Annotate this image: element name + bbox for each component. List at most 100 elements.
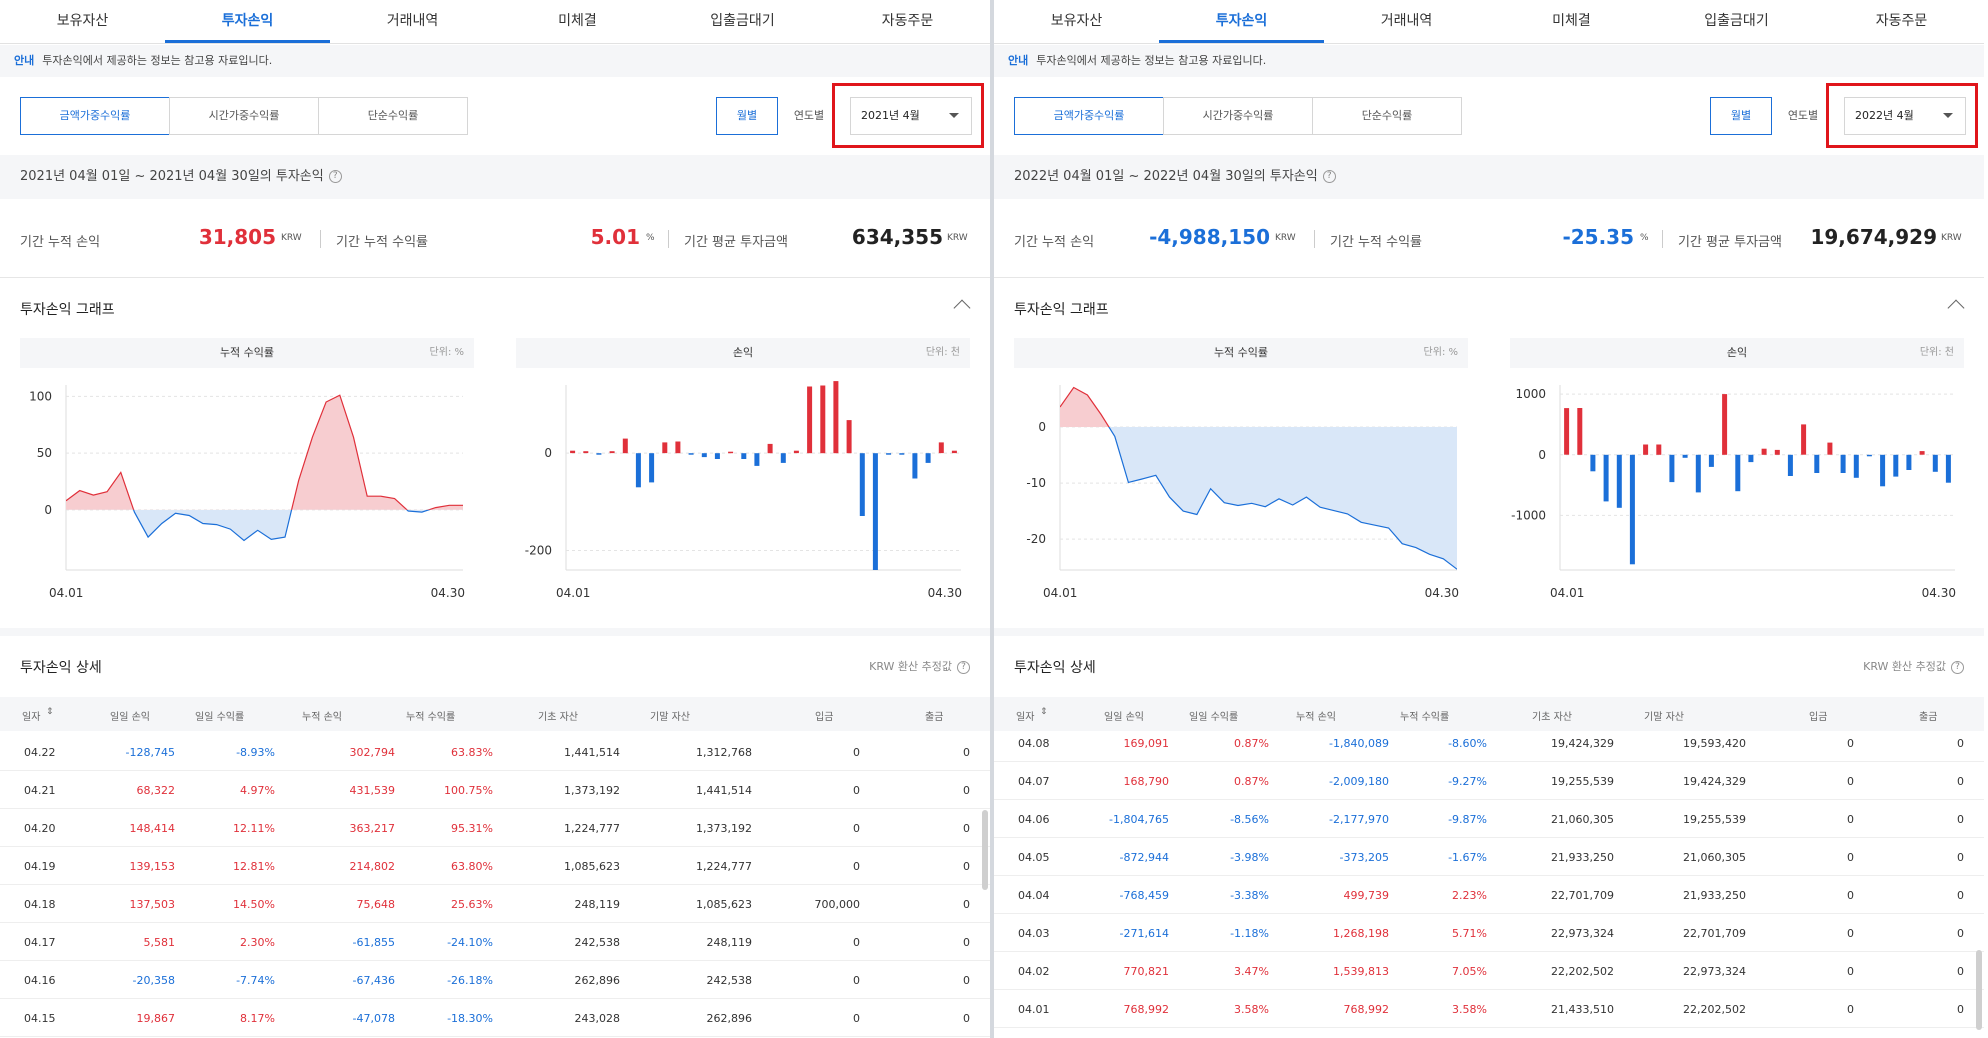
x-tick-label: 04.30 xyxy=(1922,586,1956,600)
column-header[interactable]: 일자 xyxy=(22,708,40,723)
sort-icon[interactable]: ⇕ xyxy=(1040,707,1048,717)
table-cell: -872,944 xyxy=(1119,851,1169,864)
table-cell: 0 xyxy=(1847,775,1854,788)
negative-area xyxy=(1108,427,1457,570)
column-header: 누적 수익률 xyxy=(1400,712,1450,723)
x-tick-label: 04.01 xyxy=(1043,586,1077,600)
pl-bar xyxy=(1577,408,1583,455)
table-cell: -3.98% xyxy=(1230,851,1269,864)
x-tick-label: 04.01 xyxy=(556,586,590,600)
table-cell: 0 xyxy=(853,1012,860,1025)
scrollbar-thumb[interactable] xyxy=(982,810,988,890)
table-cell: 0 xyxy=(853,974,860,987)
table-cell: 363,217 xyxy=(349,822,396,835)
table-cell: 0 xyxy=(963,898,970,911)
pl-bar xyxy=(1603,454,1609,502)
table-cell: 0 xyxy=(963,784,970,797)
table-cell: 0 xyxy=(853,822,860,835)
table-cell: 768,992 xyxy=(1343,1003,1390,1016)
charts-canvas: 0 -10 -20 04.01 04.30 1000 0 -1000 04.01 04.30 xyxy=(1026,385,1956,600)
column-header[interactable]: 일자 xyxy=(1016,708,1034,723)
table-cell: 0 xyxy=(853,936,860,949)
pl-bar xyxy=(1880,454,1886,487)
table-cell: 19,424,329 xyxy=(1551,737,1614,750)
table-cell: 75,648 xyxy=(356,898,396,911)
sort-icon[interactable]: ⇕ xyxy=(46,707,54,717)
pl-bar xyxy=(622,438,628,454)
pl-bar xyxy=(1840,454,1846,473)
table-cell: 431,539 xyxy=(349,784,396,797)
table-row: 04.15 19,867 8.17% -47,078 -18.30% 243,028 262… xyxy=(0,999,990,1037)
table-scrollbar[interactable] xyxy=(1976,730,1982,1038)
table-cell: 1,268,198 xyxy=(1333,927,1389,940)
column-header: 입금 xyxy=(815,712,834,723)
y-tick-label: -200 xyxy=(525,544,552,558)
table-cell: 04.02 xyxy=(1018,965,1050,978)
help-icon[interactable]: ? xyxy=(957,660,970,674)
pl-bar xyxy=(1564,408,1570,455)
help-icon[interactable]: ? xyxy=(1951,660,1964,674)
pl-bar xyxy=(1590,454,1596,472)
pl-bar xyxy=(1893,454,1899,477)
table-row: 04.05 -872,944 -3.98% -373,205 -1.67% 21,933,… xyxy=(994,838,1984,876)
table-cell: 248,119 xyxy=(706,936,753,949)
pl-bar xyxy=(609,451,615,454)
table-cell: 0 xyxy=(963,822,970,835)
table-scrollbar[interactable] xyxy=(982,730,988,1038)
table-cell: 0 xyxy=(1847,737,1854,750)
column-header: 기말 자산 xyxy=(650,712,690,723)
table-cell: -1.67% xyxy=(1448,851,1487,864)
table-cell: 0.87% xyxy=(1234,737,1269,750)
krw-note-text: KRW 환산 추정값 xyxy=(869,660,952,673)
table-cell: 168,790 xyxy=(1123,775,1170,788)
table-cell: 04.08 xyxy=(1018,737,1050,750)
pl-bar xyxy=(872,453,878,570)
table-cell: 19,255,539 xyxy=(1551,775,1614,788)
table-cell: 21,060,305 xyxy=(1683,851,1746,864)
table-cell: 19,593,420 xyxy=(1683,737,1746,750)
table-cell: 0 xyxy=(1957,927,1964,940)
table-cell: 770,821 xyxy=(1123,965,1170,978)
table-cell: 95.31% xyxy=(451,822,493,835)
table-cell: -3.38% xyxy=(1230,889,1269,902)
pl-bar xyxy=(1643,444,1649,455)
table-cell: 04.04 xyxy=(1018,889,1050,902)
y-tick-label: -1000 xyxy=(1511,508,1546,522)
pl-bar xyxy=(701,453,707,458)
table-cell: 137,503 xyxy=(129,898,176,911)
table-row: 04.16 -20,358 -7.74% -67,436 -26.18% 262,896 2… xyxy=(0,961,990,999)
table-cell: 248,119 xyxy=(574,898,621,911)
table-cell: 04.03 xyxy=(1018,927,1050,940)
column-header: 일일 손익 xyxy=(1104,712,1144,723)
pl-bar xyxy=(662,442,668,454)
table-row: 04.17 5,581 2.30% -61,855 -24.10% 242,538 248,… xyxy=(0,923,990,961)
negative-area xyxy=(66,509,463,541)
table-cell: 0 xyxy=(853,746,860,759)
table-cell: 19,424,329 xyxy=(1683,775,1746,788)
table-cell: -20,358 xyxy=(132,974,175,987)
table-row: 04.22 -128,745 -8.93% 302,794 63.83% 1,441,51… xyxy=(0,733,990,771)
table-cell: 04.21 xyxy=(24,784,56,797)
table-row: 04.08 169,091 0.87% -1,840,089 -8.60% 19,424,… xyxy=(994,724,1984,762)
table-cell: 169,091 xyxy=(1123,737,1170,750)
pl-bar xyxy=(649,453,655,483)
table-row: 04.04 -768,459 -3.38% 499,739 2.23% 22,701,70… xyxy=(994,876,1984,914)
pl-bar xyxy=(1708,454,1714,467)
table-cell: 139,153 xyxy=(129,860,176,873)
pl-bar xyxy=(1919,451,1925,455)
table-cell: 04.01 xyxy=(1018,1003,1050,1016)
x-tick-label: 04.01 xyxy=(49,586,83,600)
table-cell: 0 xyxy=(853,784,860,797)
table-cell: 12.81% xyxy=(233,860,275,873)
pl-bar xyxy=(1814,454,1820,473)
pl-bar xyxy=(1656,444,1662,455)
table-cell: -8.93% xyxy=(236,746,275,759)
table-cell: 3.58% xyxy=(1234,1003,1269,1016)
pl-bar xyxy=(1629,454,1635,565)
table-cell: -26.18% xyxy=(447,974,493,987)
pl-bar xyxy=(1774,449,1780,455)
pl-bar xyxy=(807,386,813,454)
table-cell: -2,009,180 xyxy=(1329,775,1389,788)
scrollbar-thumb[interactable] xyxy=(1976,950,1982,1030)
column-header: 일일 수익률 xyxy=(195,712,245,723)
